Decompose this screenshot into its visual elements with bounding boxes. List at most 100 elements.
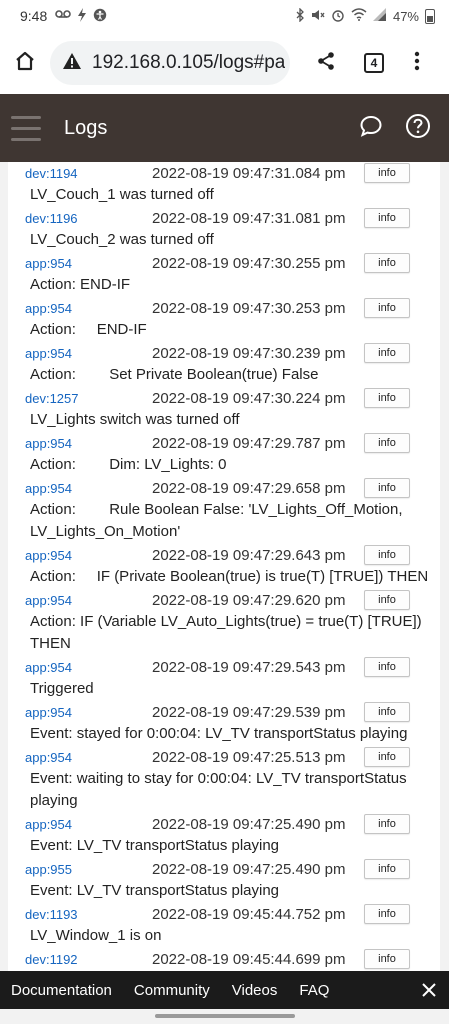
log-list: dev:1194 2022-08-19 09:47:31.084 pm info LV… — [8, 162, 440, 971]
log-level-badge[interactable]: info — [364, 433, 410, 453]
log-level-badge[interactable]: info — [364, 208, 410, 228]
log-level-badge[interactable]: info — [364, 814, 410, 834]
gesture-bar — [0, 1009, 449, 1024]
footer-link-community[interactable]: Community — [134, 982, 210, 999]
share-icon — [316, 51, 336, 76]
address-bar[interactable]: 192.168.0.105/logs#pa — [50, 41, 290, 85]
log-source-link[interactable]: app:955 — [25, 862, 135, 877]
log-source-link[interactable]: app:954 — [25, 436, 135, 451]
log-source-link[interactable]: dev:1196 — [25, 211, 135, 226]
log-level-badge[interactable]: info — [364, 253, 410, 273]
log-entry: app:954 2022-08-19 09:47:29.658 pm info Act… — [8, 477, 440, 543]
log-level-badge[interactable]: info — [364, 388, 410, 408]
home-button[interactable] — [0, 32, 50, 94]
log-message: LV_Couch_1 was turned off — [30, 186, 214, 203]
log-level-badge[interactable]: info — [364, 657, 410, 677]
voicemail-icon — [55, 8, 72, 25]
log-level-badge[interactable]: info — [364, 949, 410, 969]
log-level-badge[interactable]: info — [364, 478, 410, 498]
tab-switcher-button[interactable]: 4 — [356, 32, 392, 94]
log-timestamp: 2022-08-19 09:47:29.643 pm — [152, 546, 346, 564]
log-timestamp: 2022-08-19 09:47:25.490 pm — [152, 815, 346, 833]
log-entry: dev:1257 2022-08-19 09:47:30.224 pm info LV… — [8, 387, 440, 431]
log-level-badge[interactable]: info — [364, 343, 410, 363]
log-message: Event: LV_TV transportStatus playing — [30, 837, 280, 854]
log-level-badge[interactable]: info — [364, 904, 410, 924]
log-timestamp: 2022-08-19 09:47:29.539 pm — [152, 703, 346, 721]
log-message: Event: LV_TV transportStatus playing — [30, 882, 280, 899]
log-entry: dev:1194 2022-08-19 09:47:31.084 pm info LV… — [8, 162, 440, 206]
bluetooth-icon — [295, 6, 305, 25]
log-entry: app:954 2022-08-19 09:47:29.620 pm info Act… — [8, 589, 440, 655]
log-message: LV_Window_1 is on — [30, 927, 162, 944]
log-timestamp: 2022-08-19 09:47:30.255 pm — [152, 254, 346, 272]
log-source-link[interactable]: dev:1192 — [25, 952, 135, 967]
log-source-link[interactable]: dev:1193 — [25, 907, 135, 922]
log-source-link[interactable]: app:954 — [25, 593, 135, 608]
log-level-badge[interactable]: info — [364, 702, 410, 722]
status-bar: 9:48 47% — [0, 0, 449, 32]
log-source-link[interactable]: app:954 — [25, 750, 135, 765]
log-source-link[interactable]: app:954 — [25, 705, 135, 720]
log-timestamp: 2022-08-19 09:47:29.620 pm — [152, 591, 346, 609]
bolt-icon — [77, 7, 87, 25]
accessibility-icon — [93, 8, 107, 25]
log-entry: app:955 2022-08-19 09:47:25.490 pm info Eve… — [8, 858, 440, 902]
log-message: Action: Dim: LV_Lights: 0 — [30, 456, 227, 473]
log-timestamp: 2022-08-19 09:47:30.253 pm — [152, 299, 346, 317]
log-source-link[interactable]: app:954 — [25, 256, 135, 271]
browser-menu-button[interactable] — [392, 32, 442, 94]
hamburger-menu-icon[interactable] — [0, 94, 52, 162]
close-icon[interactable] — [409, 982, 449, 998]
log-source-link[interactable]: app:954 — [25, 660, 135, 675]
log-source-link[interactable]: dev:1257 — [25, 391, 135, 406]
log-level-badge[interactable]: info — [364, 747, 410, 767]
battery-icon — [425, 8, 435, 24]
log-source-link[interactable]: app:954 — [25, 548, 135, 563]
log-timestamp: 2022-08-19 09:45:44.699 pm — [152, 950, 346, 968]
log-source-link[interactable]: app:954 — [25, 301, 135, 316]
log-timestamp: 2022-08-19 09:47:30.239 pm — [152, 344, 346, 362]
url-text[interactable]: 192.168.0.105/logs#pa — [92, 52, 285, 74]
log-timestamp: 2022-08-19 09:47:25.513 pm — [152, 748, 346, 766]
log-source-link[interactable]: app:954 — [25, 817, 135, 832]
log-entry: app:954 2022-08-19 09:47:30.239 pm info Act… — [8, 342, 440, 386]
log-level-badge[interactable]: info — [364, 859, 410, 879]
log-level-badge[interactable]: info — [364, 590, 410, 610]
log-message: Action: END-IF — [30, 321, 147, 338]
log-panel[interactable]: dev:1194 2022-08-19 09:47:31.084 pm info LV… — [8, 162, 440, 972]
mute-icon — [311, 8, 325, 25]
log-entry: app:954 2022-08-19 09:47:30.255 pm info Act… — [8, 252, 440, 296]
footer-bar: Documentation Community Videos FAQ — [0, 971, 449, 1009]
footer-link-faq[interactable]: FAQ — [299, 982, 329, 999]
log-timestamp: 2022-08-19 09:47:29.658 pm — [152, 479, 346, 497]
log-message: Event: waiting to stay for 0:00:04: LV_T… — [30, 770, 411, 809]
app-header: Logs — [0, 94, 449, 162]
footer-link-videos[interactable]: Videos — [232, 982, 278, 999]
browser-toolbar: 192.168.0.105/logs#pa 4 — [0, 32, 449, 94]
help-icon[interactable] — [405, 113, 431, 144]
log-source-link[interactable]: app:954 — [25, 481, 135, 496]
wifi-icon — [351, 8, 367, 24]
alarm-icon — [331, 8, 345, 25]
footer-link-documentation[interactable]: Documentation — [11, 982, 112, 999]
share-button[interactable] — [296, 32, 356, 94]
log-level-badge[interactable]: info — [364, 545, 410, 565]
log-level-badge[interactable]: info — [364, 163, 410, 183]
log-entry: dev:1196 2022-08-19 09:47:31.081 pm info LV… — [8, 207, 440, 251]
log-level-badge[interactable]: info — [364, 298, 410, 318]
tab-count: 4 — [364, 53, 384, 73]
log-message: Triggered — [30, 680, 94, 697]
log-source-link[interactable]: app:954 — [25, 346, 135, 361]
status-time: 9:48 — [20, 8, 48, 24]
log-entry: dev:1193 2022-08-19 09:45:44.752 pm info LV… — [8, 903, 440, 947]
chat-icon[interactable] — [359, 114, 383, 143]
log-source-link[interactable]: dev:1194 — [25, 166, 135, 181]
log-entry: dev:1192 2022-08-19 09:45:44.699 pm info — [8, 948, 440, 970]
battery-level: 47% — [392, 8, 419, 24]
log-timestamp: 2022-08-19 09:47:30.224 pm — [152, 389, 346, 407]
log-entry: app:954 2022-08-19 09:47:29.543 pm info Tri… — [8, 656, 440, 700]
warning-icon[interactable] — [62, 52, 82, 75]
log-entry: app:954 2022-08-19 09:47:25.513 pm info Eve… — [8, 746, 440, 812]
log-message: Action: IF (Variable LV_Auto_Lights(true… — [30, 613, 426, 652]
